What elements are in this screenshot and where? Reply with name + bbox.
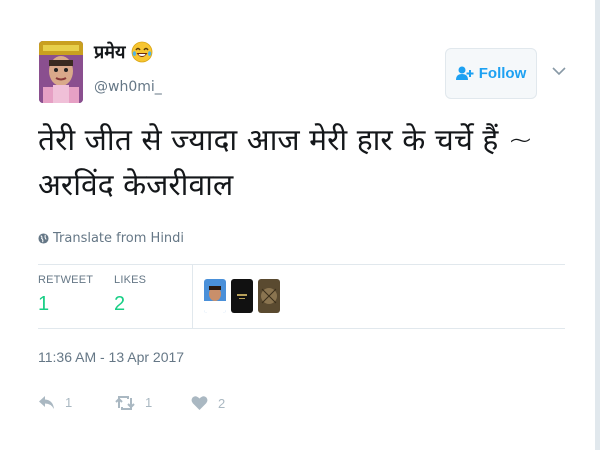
reply-icon (39, 396, 54, 409)
liker-avatar-2-image (231, 279, 253, 313)
display-name-text[interactable]: प्रमेय (94, 40, 125, 64)
avatar-image (39, 41, 83, 103)
retweets-label[interactable]: RETWEET (38, 274, 93, 286)
tweet-text: तेरी जीत से ज्यादा आज मेरी हार के चर्चे … (38, 123, 534, 203)
retweets-count[interactable]: 1 (38, 293, 49, 316)
follow-button-label: Follow (478, 65, 527, 82)
likes-label[interactable]: LIKES (114, 274, 146, 286)
retweet-action[interactable]: 1 (115, 395, 152, 410)
liker-avatar-3[interactable] (258, 279, 280, 313)
liker-avatar-1[interactable] (204, 279, 226, 313)
heart-icon (191, 396, 208, 410)
liker-avatar-1-image (204, 279, 226, 313)
user-handle[interactable]: @wh0mi_ (94, 79, 162, 95)
globe-icon (38, 233, 49, 244)
retweet-count: 1 (145, 395, 153, 410)
add-user-icon (455, 66, 474, 80)
reply-count: 1 (65, 395, 73, 410)
profile-avatar[interactable] (39, 41, 83, 103)
follow-button[interactable]: Follow (445, 48, 537, 99)
chevron-down-icon[interactable] (552, 66, 566, 76)
stats-top-divider (38, 264, 565, 265)
tears-of-joy-emoji-icon (132, 41, 153, 63)
page-right-border (595, 0, 600, 450)
likes-count[interactable]: 2 (114, 293, 125, 316)
liker-avatar-2[interactable] (231, 279, 253, 313)
liker-avatar-3-image (258, 279, 280, 313)
like-count: 2 (218, 395, 226, 411)
stats-bottom-divider (38, 328, 565, 329)
like-action[interactable]: 2 (191, 395, 225, 411)
retweet-icon (115, 395, 135, 410)
tweet-timestamp[interactable]: 11:36 AM - 13 Apr 2017 (38, 349, 184, 365)
translate-link[interactable]: Translate from Hindi (38, 231, 184, 246)
display-name[interactable]: प्रमेय (94, 40, 153, 64)
tweet-card: प्रमेय @wh0mi_ Follow तेरी जीत से ज्यादा… (0, 0, 595, 450)
translate-label: Translate from Hindi (53, 231, 185, 246)
stats-vertical-divider (192, 265, 193, 328)
reply-action[interactable]: 1 (38, 395, 72, 410)
